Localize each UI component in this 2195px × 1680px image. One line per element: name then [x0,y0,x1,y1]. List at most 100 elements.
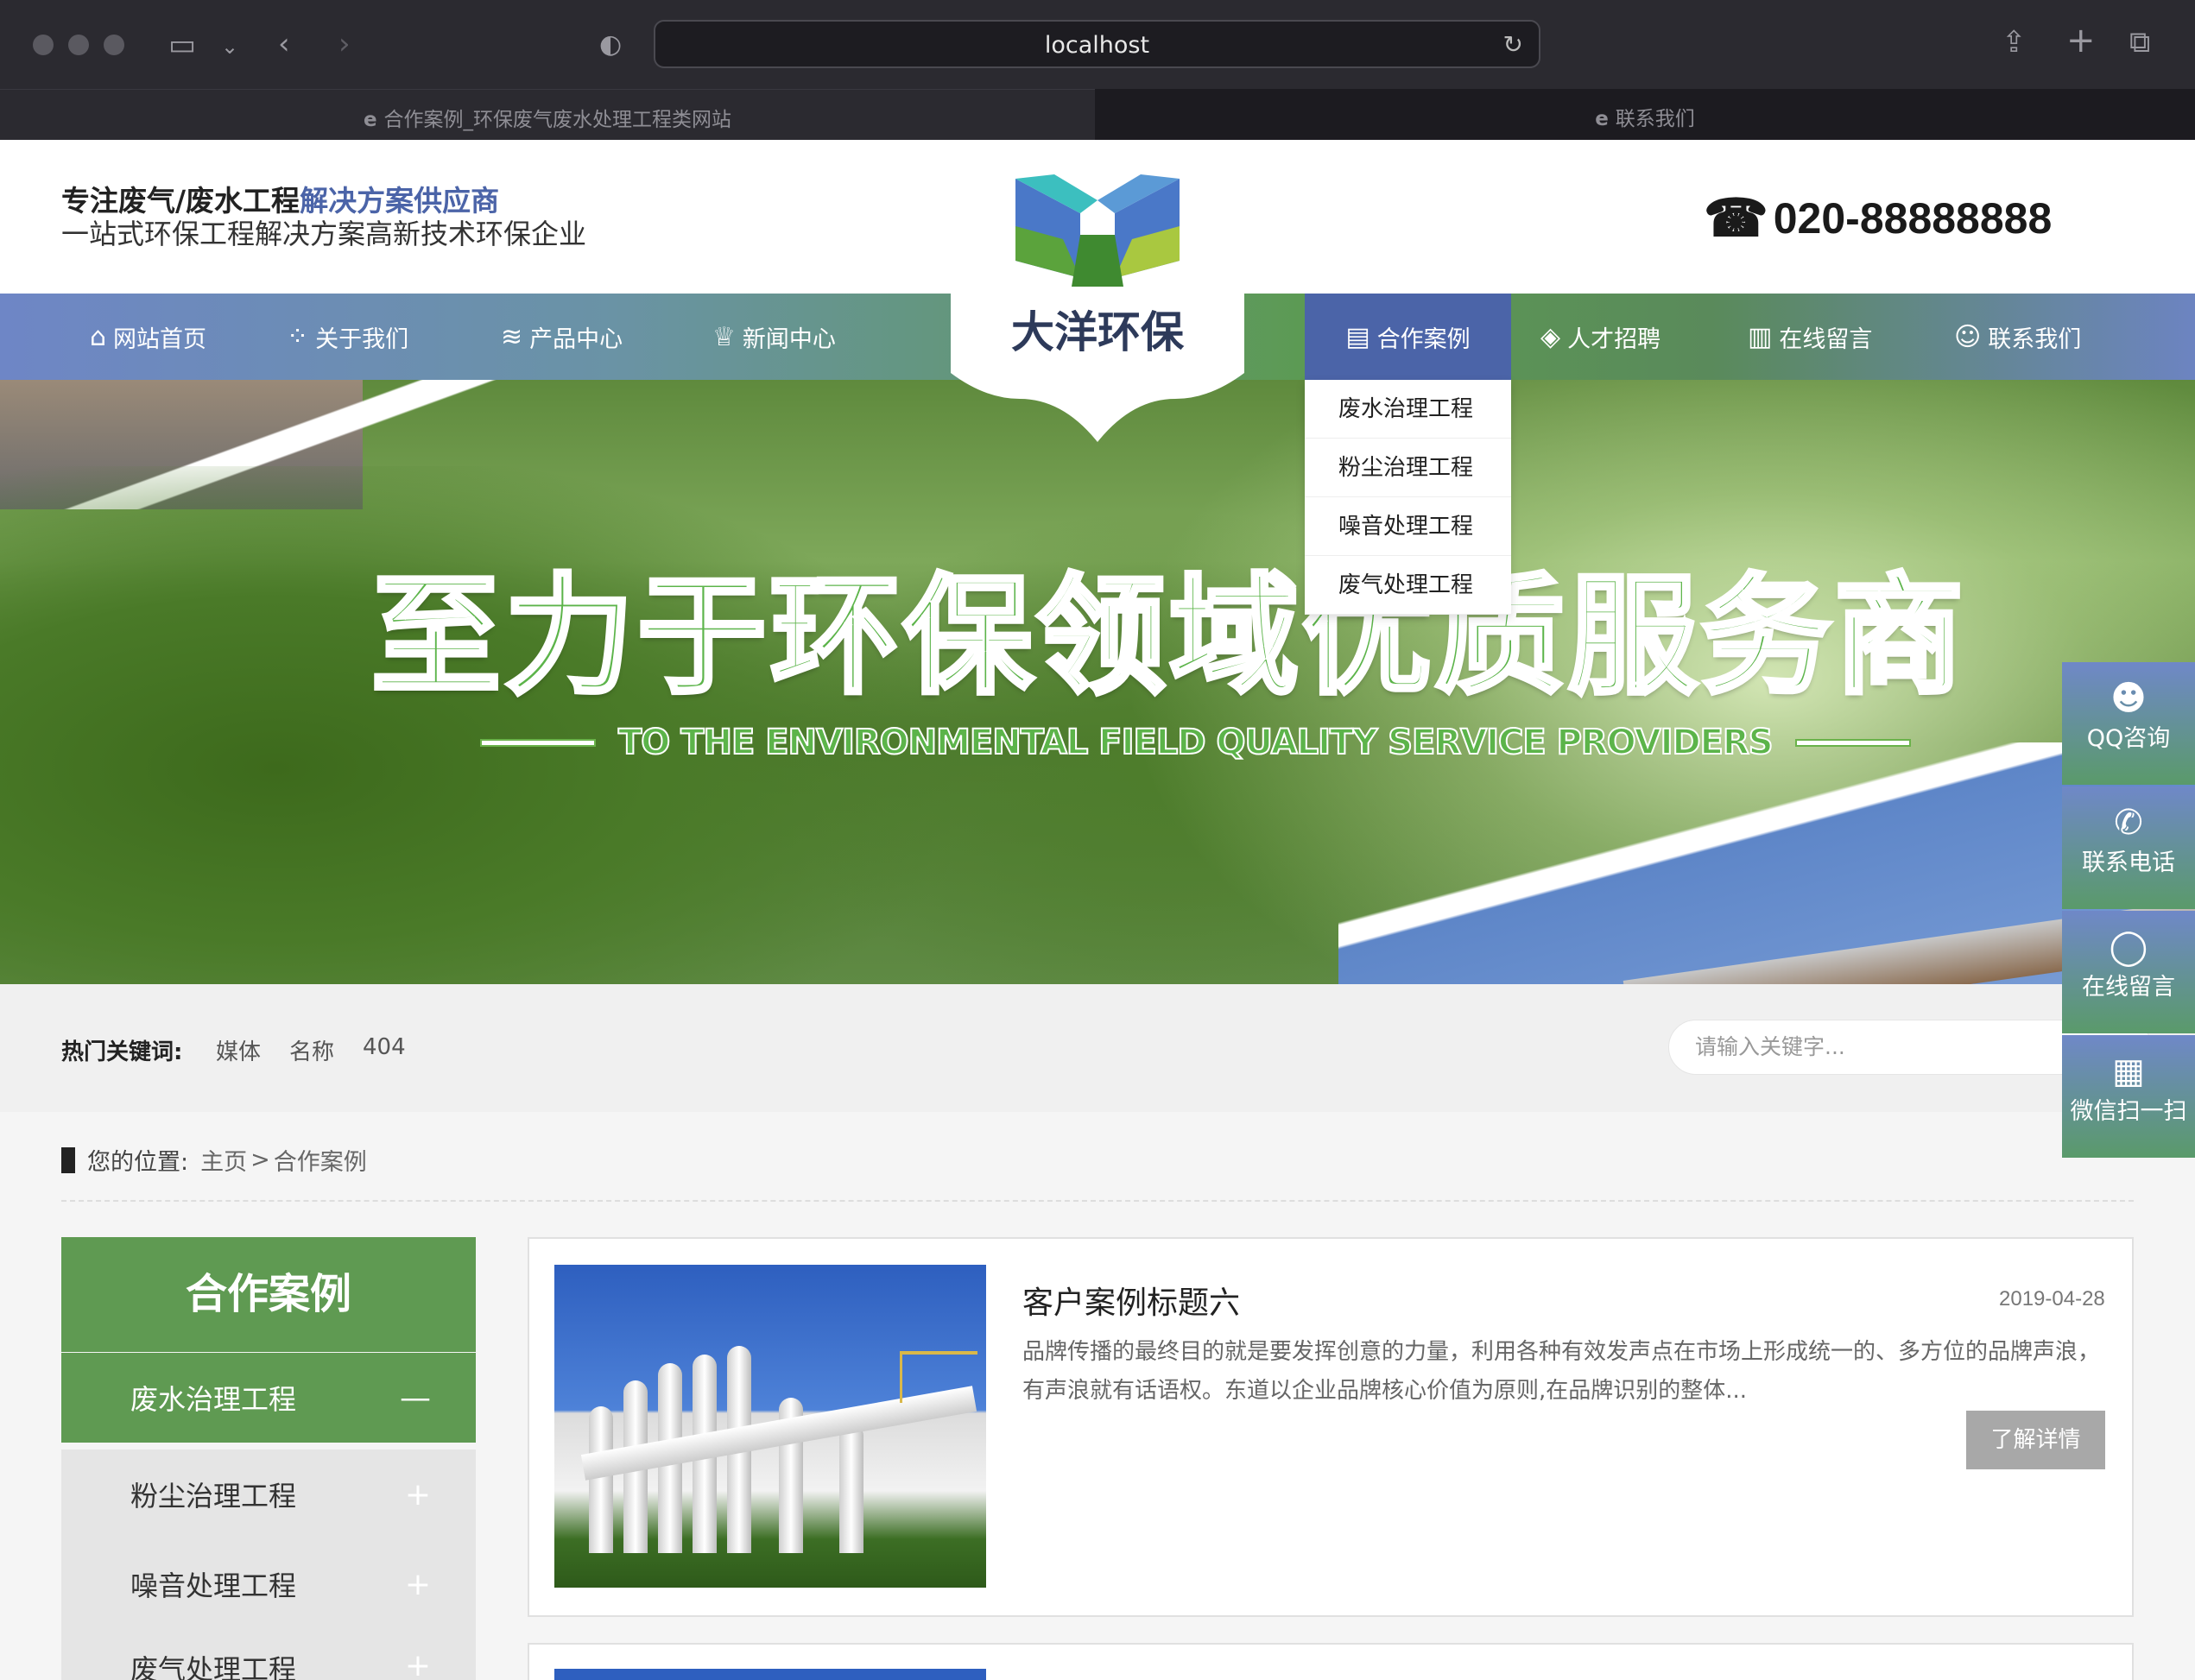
float-label: QQ咨询 [2086,725,2171,752]
grid-icon: ⁘ [287,321,309,352]
shield-icon[interactable]: ◐ [599,30,622,60]
divider [61,1200,2134,1202]
browser-e-icon: e [1595,108,1609,130]
back-icon[interactable]: ‹ [278,29,290,59]
nav-label: 网站首页 [113,325,207,353]
float-label: 微信扫一扫 [2070,1098,2187,1125]
layers-icon: ≋ [501,321,523,352]
tab-cases[interactable]: e 合作案例_环保废气废水处理工程类网站 [0,89,1095,140]
telephone-icon: ☎ [1704,189,1768,247]
expand-icon[interactable]: + [405,1648,431,1680]
nav-label: 新闻中心 [742,325,836,353]
float-phone[interactable]: ✆ 联系电话 [2062,786,2195,909]
banner-subtitle: TO THE ENVIRONMENTAL FIELD QUALITY SERVI… [482,722,1909,763]
dropdown-item[interactable]: 噪音处理工程 [1305,497,1511,556]
nav-label: 在线留言 [1779,325,1873,353]
hot-keyword-link[interactable]: 404 [363,1034,406,1060]
sidebar-item-label: 废水治理工程 [130,1383,297,1416]
collapse-icon[interactable]: — [400,1380,431,1416]
qrcode-icon: ▦ [2112,1052,2145,1091]
nav-jobs[interactable]: ◈ 人才招聘 [1540,294,1660,380]
document-icon: ▤ [1345,321,1370,352]
logo-text: 大洋环保 [1011,306,1185,357]
case-title[interactable]: 客户案例标题六 [1022,1278,1240,1323]
float-wechat[interactable]: ▦ 微信扫一扫 [2062,1035,2195,1158]
float-message[interactable]: ◯ 在线留言 [2062,911,2195,1033]
url-text: localhost [1044,32,1150,59]
banner-subtitle-text: TO THE ENVIRONMENTAL FIELD QUALITY SERVI… [617,722,1774,763]
forward-icon[interactable]: › [338,29,351,59]
sidebar-toggle-icon[interactable]: ▭ [168,30,196,60]
sidebar-title: 合作案例 [61,1237,476,1352]
float-qq[interactable]: ☻ QQ咨询 [2062,662,2195,785]
qq-icon: ☻ [2110,679,2147,718]
user-icon: ☺ [1954,321,1982,352]
form-icon: ▥ [1748,321,1773,352]
dropdown-item[interactable]: 废气处理工程 [1305,556,1511,615]
breadcrumb-label: 您的位置: [87,1149,189,1176]
phone-icon: ✆ [2114,803,2143,843]
nav-news[interactable]: ♕ 新闻中心 [712,294,836,380]
chevron-down-icon[interactable]: ⌄ [221,32,238,61]
window-maximize-button[interactable] [104,35,124,55]
more-button[interactable]: 了解详情 [1966,1411,2105,1469]
hot-keyword-link[interactable]: 名称 [289,1034,334,1066]
case-description: 品牌传播的最终目的就是要发挥创意的力量，利用各种有效发声点在市场上形成统一的、多… [1022,1339,2101,1404]
nav-label: 人才招聘 [1567,325,1661,353]
case-date: 2019-04-28 [1999,1287,2105,1311]
float-label: 联系电话 [2082,849,2175,876]
hot-keywords-label: 热门关键词: [61,1039,183,1065]
divider-line [1796,740,1909,745]
nav-label: 合作案例 [1376,325,1471,353]
breadcrumb-current[interactable]: 合作案例 [274,1143,367,1177]
sidebar-item-dust[interactable]: 粉尘治理工程 + [61,1449,476,1539]
sidebar-item-exhaust[interactable]: 废气处理工程 + [61,1629,476,1680]
breadcrumb-separator: > [250,1146,270,1173]
new-tab-icon[interactable]: + [2066,23,2096,58]
share-icon[interactable]: ⇪ [2002,28,2027,57]
nav-label: 关于我们 [315,325,409,353]
expand-icon[interactable]: + [405,1567,431,1602]
nav-home[interactable]: ⌂ 网站首页 [90,294,206,380]
dropdown-item[interactable]: 废水治理工程 [1305,380,1511,439]
cases-dropdown: 废水治理工程 粉尘治理工程 噪音处理工程 废气处理工程 [1305,380,1511,615]
slogan-line2: 一站式环保工程解决方案高新技术环保企业 [61,218,587,250]
tab-label: 联系我们 [1615,108,1695,130]
reload-icon[interactable]: ↻ [1503,30,1523,59]
sidebar-item-noise[interactable]: 噪音处理工程 + [61,1539,476,1629]
tabs-overview-icon[interactable]: ⧉ [2129,28,2150,57]
browser-e-icon: e [363,109,377,131]
sidebar-item-wastewater[interactable]: 废水治理工程 — [61,1353,476,1443]
site-logo[interactable]: 大洋环保 [951,140,1244,442]
breadcrumb: 您的位置: 主页 > 合作案例 [61,1143,367,1177]
handshake-icon: ◈ [1540,321,1561,352]
sidebar-item-label: 废气处理工程 [130,1653,297,1680]
breadcrumb-home-link[interactable]: 主页 [200,1143,247,1177]
browser-chrome: ▭ ⌄ ‹ › ◐ localhost ↻ ⇪ + ⧉ e 合作案例_环保废气废水… [0,0,2195,140]
tab-contact[interactable]: e 联系我们 [1095,89,2195,140]
hot-keyword-link[interactable]: 媒体 [216,1034,261,1066]
chat-icon: ◯ [2109,927,2148,967]
nav-contact[interactable]: ☺ 联系我们 [1954,294,2081,380]
divider-line [482,740,594,745]
address-bar[interactable]: localhost ↻ [654,20,1540,68]
nav-products[interactable]: ≋ 产品中心 [501,294,623,380]
nav-label: 产品中心 [529,325,623,353]
window-minimize-button[interactable] [68,35,89,55]
hero-banner: 至力于环保领域优质服务商 TO THE ENVIRONMENTAL FIELD … [0,380,2195,984]
home-icon: ⌂ [90,321,107,352]
sidebar-item-label: 噪音处理工程 [130,1569,297,1602]
trophy-icon: ♕ [712,321,736,352]
tab-label: 合作案例_环保废气废水处理工程类网站 [383,109,732,131]
phone-number: 020-88888888 [1773,194,2053,243]
nav-about[interactable]: ⁘ 关于我们 [287,294,408,380]
case-thumbnail[interactable] [554,1669,986,1680]
nav-cases[interactable]: ▤ 合作案例 [1305,294,1511,380]
float-label: 在线留言 [2082,974,2175,1001]
window-close-button[interactable] [33,35,54,55]
header-phone: ☎ 020-88888888 [1704,188,2052,249]
dropdown-item[interactable]: 粉尘治理工程 [1305,439,1511,497]
case-thumbnail[interactable] [554,1265,986,1588]
expand-icon[interactable]: + [405,1477,431,1513]
nav-message[interactable]: ▥ 在线留言 [1748,294,1872,380]
